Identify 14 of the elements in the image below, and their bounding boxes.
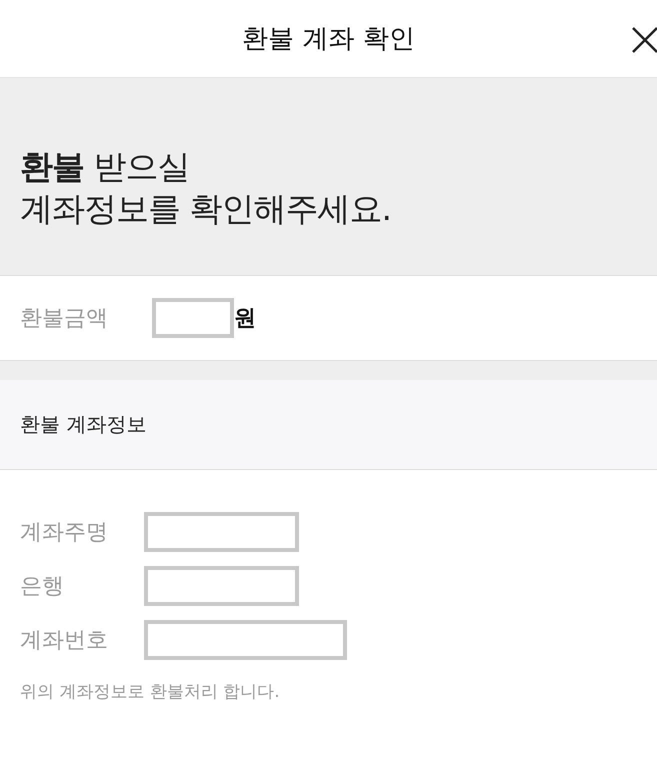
field-label: 계좌번호: [20, 627, 109, 655]
section-header: 환불 계좌정보: [0, 380, 657, 470]
field-label: 계좌주명: [20, 519, 109, 547]
notice-text: 위의 계좌정보로 환불처리 합니다.: [19, 681, 281, 703]
close-icon[interactable]: [631, 24, 657, 54]
amount-label: 환불금액: [20, 305, 109, 333]
input-field[interactable]: [144, 566, 299, 606]
banner-heading: 환불 받으실: [20, 146, 190, 188]
banner-heading: 계좌정보를 확인해주세요.: [20, 188, 392, 230]
currency-unit: 원: [234, 305, 256, 333]
window-title: 환불 계좌 확인: [242, 23, 415, 56]
field-label: 은행: [20, 573, 65, 601]
input-field[interactable]: [144, 620, 347, 660]
input-field[interactable]: [144, 512, 299, 552]
